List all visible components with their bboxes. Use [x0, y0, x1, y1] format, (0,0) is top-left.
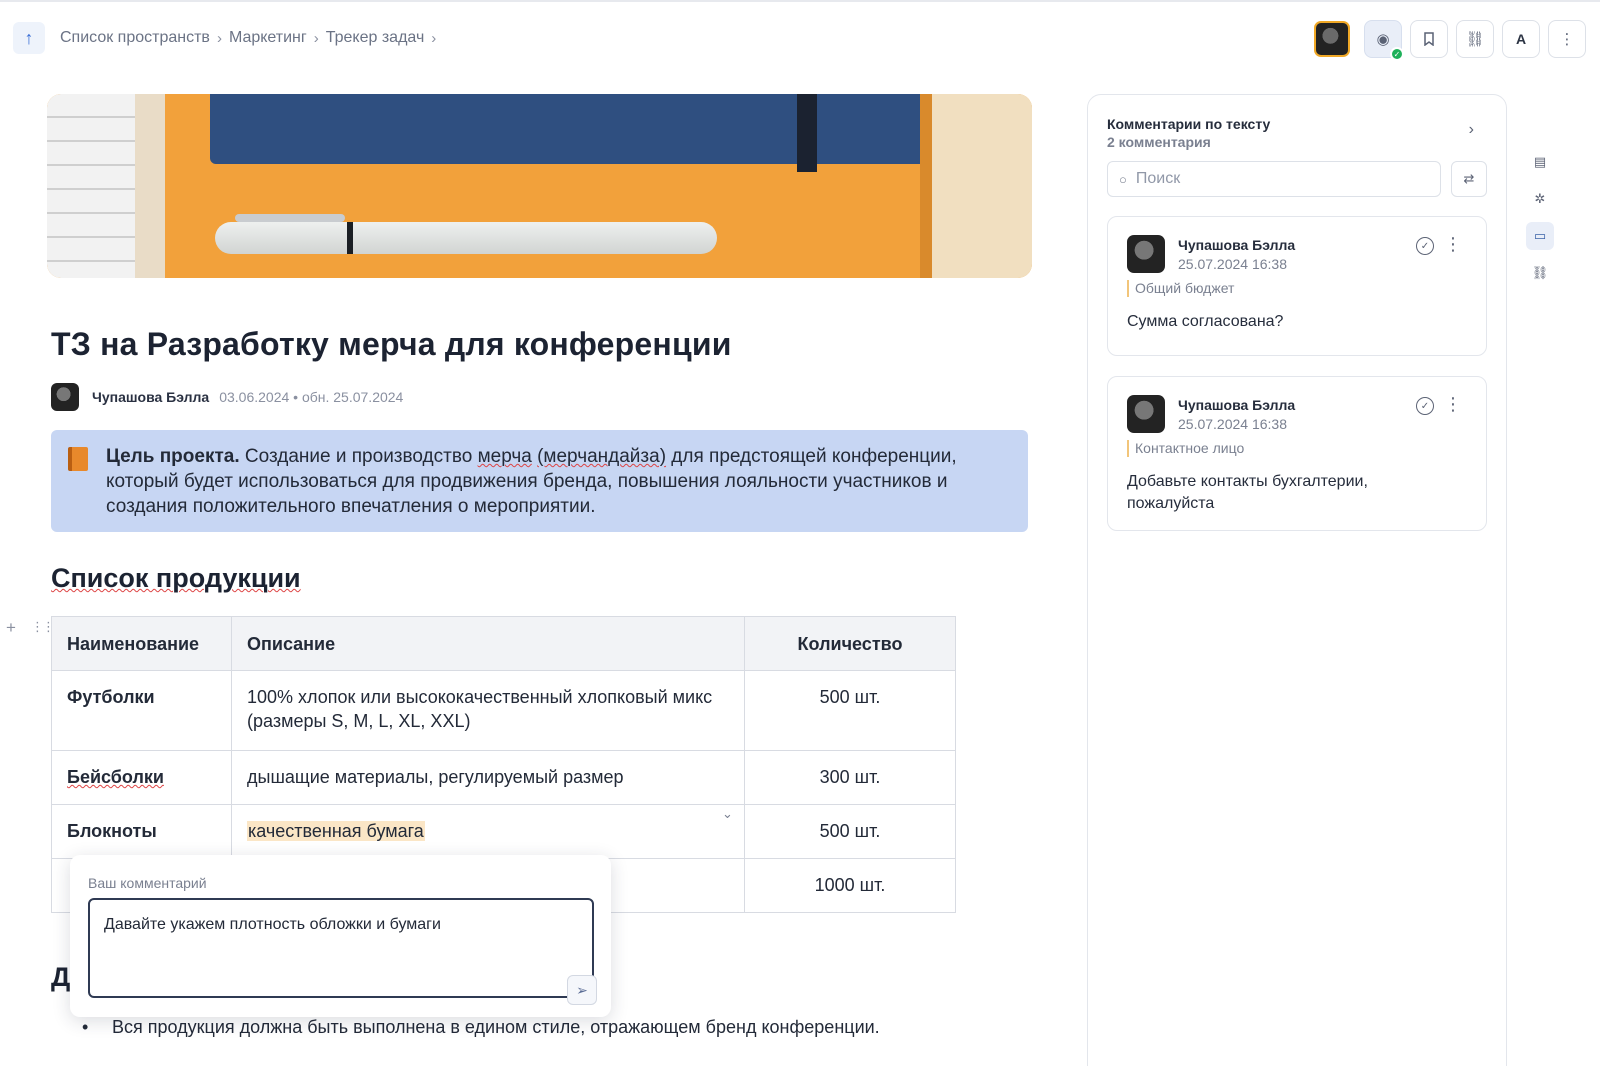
column-header-quantity[interactable]: Количество: [744, 616, 956, 671]
author-avatar[interactable]: [51, 383, 79, 411]
callout-text: мерча: [477, 446, 532, 467]
cell-text: Бейсболки: [67, 767, 164, 787]
goal-callout[interactable]: Цель проекта. Создание и производство ме…: [51, 430, 1028, 532]
section-title-partial: Д: [51, 962, 71, 992]
column-header-description[interactable]: Описание: [231, 616, 745, 671]
comment-author-avatar: [1127, 235, 1165, 273]
more-menu-button[interactable]: ⋮: [1548, 20, 1586, 58]
drag-handle-icon[interactable]: ⋮⋮: [31, 619, 55, 635]
back-up-button[interactable]: ↑: [13, 22, 45, 54]
table-cell-quantity[interactable]: 1000 шт.: [744, 858, 956, 913]
font-settings-button[interactable]: A: [1502, 20, 1540, 58]
arrow-up-icon: ↑: [24, 27, 34, 48]
font-icon: A: [1515, 31, 1527, 47]
table-cell-description[interactable]: качественная бумага: [231, 804, 745, 859]
comment-author: Чупашова Бэлла: [1178, 397, 1296, 413]
top-border: [0, 0, 1600, 2]
comment-text: Добавьте контакты бухгалтерии, пожалуйст…: [1127, 473, 1368, 512]
resolve-check-icon[interactable]: ✓: [1416, 397, 1434, 415]
add-row-icon[interactable]: +: [6, 618, 16, 638]
send-icon: ➢: [576, 981, 588, 998]
breadcrumb-item-marketing[interactable]: Маркетинг: [229, 29, 307, 47]
comment-text: Сумма согласована?: [1127, 313, 1284, 330]
table-row: Бейсболки дышащие материалы, регулируемы…: [51, 750, 956, 805]
table-cell-name[interactable]: Блокноты: [51, 804, 232, 859]
comments-icon[interactable]: ▭: [1526, 222, 1554, 250]
author-name[interactable]: Чупашова Бэлла: [92, 389, 209, 405]
eye-icon: ◉: [1376, 31, 1390, 48]
send-comment-button[interactable]: ➢: [567, 975, 597, 1005]
comment-input[interactable]: Давайте укажем плотность обложки и бумаг…: [88, 898, 594, 998]
chevron-right-icon: ›: [313, 29, 319, 47]
filter-icon: ⇄: [1463, 171, 1475, 186]
callout-lead: Цель проекта.: [106, 446, 240, 467]
page-title: ТЗ на Разработку мерча для конференции: [51, 326, 732, 362]
user-avatar[interactable]: [1314, 21, 1350, 57]
comment-quote: Контактное лицо: [1127, 440, 1244, 457]
breadcrumb: Список пространств › Маркетинг › Трекер …: [60, 29, 443, 47]
callout-text: (мерчандайза): [537, 446, 667, 467]
table-cell-name[interactable]: Футболки: [51, 670, 232, 751]
search-icon: ○: [1119, 171, 1127, 187]
watch-button[interactable]: ◉ ✓: [1364, 20, 1404, 61]
copy-link-button[interactable]: ⛓: [1456, 20, 1494, 58]
breadcrumb-item-tracker[interactable]: Трекер задач: [326, 29, 425, 47]
document-dates: 03.06.2024 • обн. 25.07.2024: [219, 389, 404, 405]
section-title-text: Список продукции: [51, 563, 301, 593]
table-cell-name[interactable]: Бейсболки: [51, 750, 232, 805]
table-cell-description[interactable]: 100% хлопок или высококачественный хлопк…: [231, 670, 745, 751]
document-meta: Чупашова Бэлла 03.06.2024 • обн. 25.07.2…: [51, 383, 403, 411]
comments-panel: Комментарии по тексту 2 комментария › ○ …: [1087, 94, 1507, 1066]
comment-date: 25.07.2024 16:38: [1178, 416, 1287, 432]
list-item: Вся продукция должна быть выполнена в ед…: [82, 1017, 880, 1038]
table-row: Футболки 100% хлопок или высококачествен…: [51, 670, 956, 751]
callout-text: Создание и производство: [239, 446, 478, 467]
settings-icon[interactable]: ✲: [1526, 185, 1554, 213]
column-header-name[interactable]: Наименование: [51, 616, 232, 671]
table-cell-quantity[interactable]: 500 шт.: [744, 670, 956, 751]
comment-date: 25.07.2024 16:38: [1178, 256, 1287, 272]
header-actions: ◉ ✓ ⛓ A ⋮: [1314, 20, 1586, 61]
comments-search-input[interactable]: ○ Поиск: [1107, 161, 1441, 197]
table-row: Блокноты качественная бумага 500 шт.: [51, 804, 956, 859]
right-rail: ▤ ✲ ▭ ⛓: [1524, 148, 1556, 287]
table-cell-quantity[interactable]: 500 шт.: [744, 804, 956, 859]
link-icon: ⛓: [1465, 31, 1485, 48]
more-vertical-icon: ⋮: [1559, 31, 1575, 48]
document-info-icon[interactable]: ▤: [1526, 148, 1554, 176]
comments-count: 2 комментария: [1107, 134, 1211, 150]
list-item-text: Вся продукция должна быть выполнена в ед…: [112, 1017, 880, 1037]
bookmark-button[interactable]: [1410, 20, 1448, 58]
breadcrumb-item-spaces[interactable]: Список пространств: [60, 29, 210, 47]
filter-button[interactable]: ⇄: [1451, 161, 1487, 197]
cell-menu-chevron-icon[interactable]: ⌄: [722, 806, 733, 822]
comment-label: Ваш комментарий: [88, 875, 207, 891]
book-icon: [68, 447, 88, 471]
comment-input-text: Давайте укажем плотность обложки и бумаг…: [104, 916, 441, 933]
panel-title: Комментарии по тексту: [1107, 116, 1271, 132]
section-title-products: Список продукции: [51, 563, 301, 594]
comment-card[interactable]: Чупашова Бэлла 25.07.2024 16:38 ✓ ⋮ Общи…: [1107, 216, 1487, 356]
chevron-right-icon: ›: [216, 29, 222, 47]
collapse-panel-icon[interactable]: ›: [1469, 121, 1474, 139]
highlighted-commented-text[interactable]: качественная бумага: [247, 821, 425, 841]
comment-card[interactable]: Чупашова Бэлла 25.07.2024 16:38 ✓ ⋮ Конт…: [1107, 376, 1487, 531]
comment-quote: Общий бюджет: [1127, 280, 1234, 297]
comment-popup: Ваш комментарий Давайте укажем плотность…: [70, 855, 611, 1017]
more-vertical-icon[interactable]: ⋮: [1444, 395, 1462, 413]
table-header-row: Наименование Описание Количество: [51, 616, 956, 671]
table-cell-quantity[interactable]: 300 шт.: [744, 750, 956, 805]
cover-image: [47, 94, 1032, 278]
comment-author-avatar: [1127, 395, 1165, 433]
link-icon[interactable]: ⛓: [1526, 259, 1554, 287]
comment-author: Чупашова Бэлла: [1178, 237, 1296, 253]
chevron-right-icon: ›: [431, 29, 437, 47]
resolve-check-icon[interactable]: ✓: [1416, 237, 1434, 255]
search-placeholder: Поиск: [1135, 170, 1181, 187]
bookmark-icon: [1424, 32, 1434, 46]
more-vertical-icon[interactable]: ⋮: [1444, 235, 1462, 253]
table-cell-description[interactable]: дышащие материалы, регулируемый размер: [231, 750, 745, 805]
check-badge-icon: ✓: [1390, 47, 1404, 61]
